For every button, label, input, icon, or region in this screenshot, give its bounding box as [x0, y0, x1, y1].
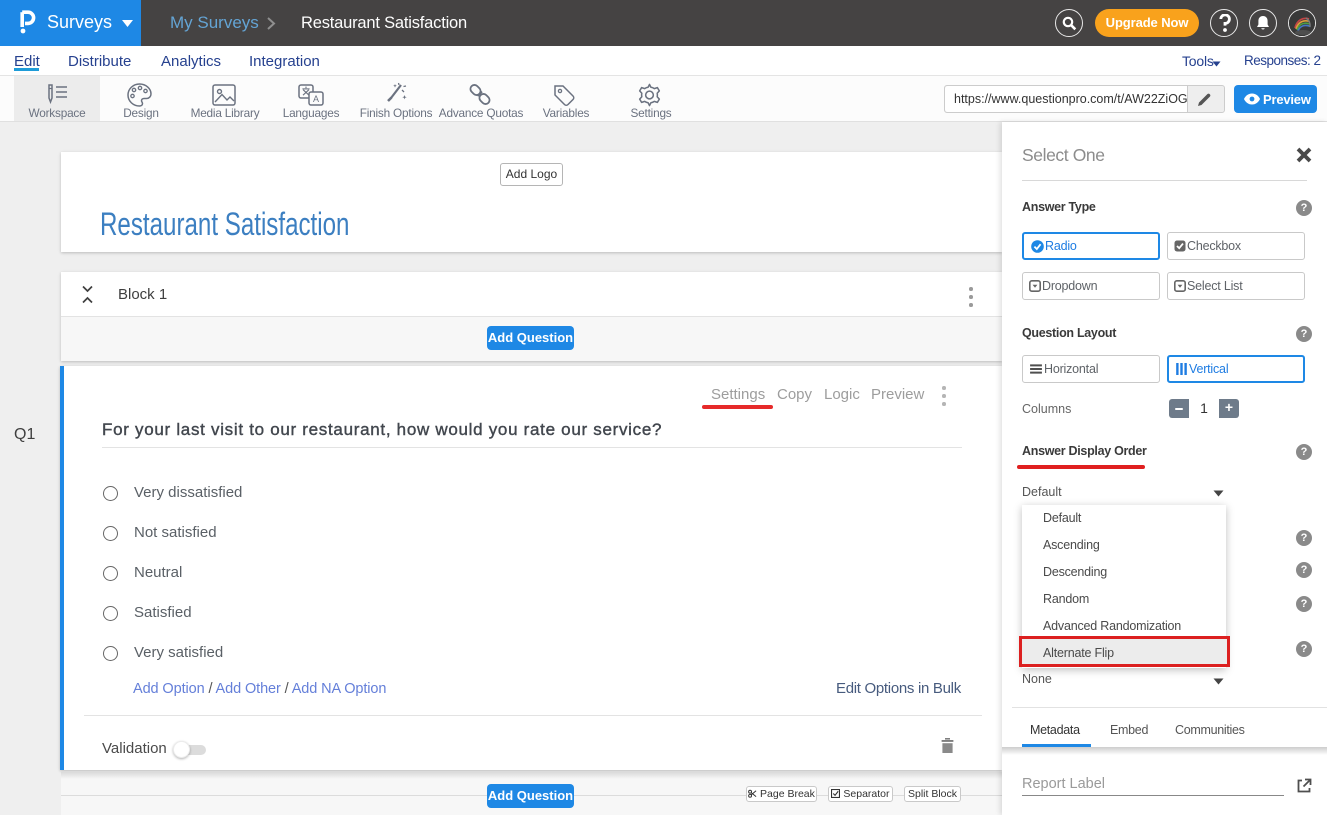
svg-text:A: A [313, 94, 319, 104]
